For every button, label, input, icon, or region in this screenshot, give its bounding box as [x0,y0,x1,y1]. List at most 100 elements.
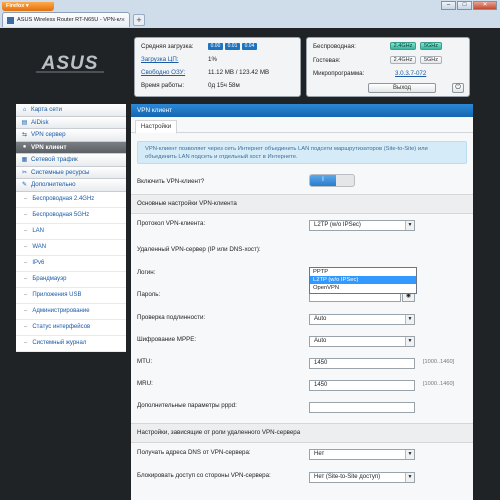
mtu-row: MTU: 1450 [1000..1460] [131,352,473,374]
sidebar-item-label: Карта сети [31,106,62,114]
load-5min: 0.01 [225,43,240,50]
system-status-panel: Средняя загрузка: 0.00 0.01 0.04 Загрузк… [134,37,301,97]
sidebar-subitem-system-log[interactable]: – Системный журнал [16,335,126,352]
enable-vpn-toggle[interactable]: I [309,174,355,187]
sidebar-item-label: VPN клиент [31,143,67,151]
pppd-row: Дополнительные параметры pppd: [131,396,473,420]
globe-icon: ● [22,144,27,151]
firmware-version-link[interactable]: 3.0.3.7-072 [395,70,426,77]
load-1min: 0.00 [208,43,223,50]
load-label: Средняя загрузка: [141,43,194,50]
traffic-icon: ▦ [21,157,28,164]
sidebar-subitem-ipv6[interactable]: – IPv6 [16,255,126,272]
mppe-row: Шифрование MPPE: Auto ▼ [131,330,473,352]
free-ram-value: 11.12 MB / 123.42 MB [208,69,270,76]
free-ram-link[interactable]: Свободно ОЗУ: [141,69,185,76]
sidebar-subitem-firewall[interactable]: – Брандмауэр [16,271,126,288]
wireless-status-panel: Беспроводная: 2.4GHz 5GHz Гостевая: 2.4G… [306,37,470,97]
browser-chrome: Firefox ▾ – □ ✕ ASUS Wireless Router RT-… [0,0,500,28]
mppe-select[interactable]: Auto ▼ [309,336,415,347]
tab-settings[interactable]: Настройки [135,120,177,134]
block-label: Блокировать доступ со стороны VPN-сервер… [137,472,271,479]
sidebar-item-advanced[interactable]: ✎ Дополнительно [16,179,126,192]
minimize-button[interactable]: – [441,1,456,10]
vpn-client-panel: VPN клиент Настройки VPN-клиент позволяе… [131,104,473,500]
asus-logo: ASUS [36,53,104,74]
sidebar-item-network-map[interactable]: ⌂ Карта сети [16,104,126,117]
window-controls: – □ ✕ [440,1,497,10]
wrench-icon: ✎ [21,182,28,189]
sidebar-item-label: AiDisk [31,118,49,126]
wireless-24ghz-button[interactable]: 2.4GHz [390,42,416,50]
protocol-select[interactable]: L2TP (w/o IPSec) ▼ [309,220,415,231]
dns-select[interactable]: Нет ▼ [309,449,415,460]
toggle-knob: I [310,175,336,186]
sidebar-item-vpn-client[interactable]: ● VPN клиент [16,141,126,154]
sidebar-subitem-wireless-24[interactable]: – Беспроводная 2.4GHz [16,191,126,208]
auth-label: Проверка подлинности: [137,314,206,321]
chevron-down-icon: ▼ [405,473,414,482]
cpu-load-link[interactable]: Загрузка ЦП: [141,56,179,63]
browser-tab[interactable]: ASUS Wireless Router RT-N65U - VPN-кл...… [2,12,130,27]
info-notice: VPN-клиент позволяет через сеть Интернет… [137,141,467,164]
guest-5ghz-button[interactable]: 5GHz [420,56,442,64]
enable-vpn-row: Включить VPN-клиент? I [131,170,473,194]
resources-icon: ✂ [21,169,28,176]
dns-label: Получать адреса DNS от VPN-сервера: [137,449,251,456]
pppd-field[interactable] [309,402,415,413]
sidebar-subitem-administration[interactable]: – Администрирование [16,303,126,320]
protocol-label: Протокол VPN-клиента: [137,220,206,227]
firefox-menu-button[interactable]: Firefox ▾ [2,2,54,11]
sidebar-item-aidisk[interactable]: ▤ AiDisk [16,116,126,129]
home-icon: ⌂ [22,106,27,113]
close-window-button[interactable]: ✕ [473,1,497,10]
favicon-icon [7,16,14,24]
sidebar-subitem-interface-status[interactable]: – Статус интерфейсов [16,319,126,336]
sidebar-item-label: Сетевой трафик [31,156,78,164]
password-row: Пароль: ◉ [131,285,473,308]
mtu-label: MTU: [137,358,153,365]
sidebar-subitem-lan[interactable]: – LAN [16,223,126,240]
sidebar-subitem-wireless-5[interactable]: – Беспроводная 5GHz [16,207,126,224]
login-row: Логин: [131,263,473,285]
panel-title: VPN клиент [131,104,473,117]
tab-close-icon[interactable]: × [121,17,125,24]
sidebar-item-label: Системные ресурсы [31,168,90,176]
chevron-down-icon: ▼ [405,337,414,346]
chevron-down-icon: ▼ [405,221,414,230]
protocol-row: Протокол VPN-клиента: L2TP (w/o IPSec) ▼ [131,214,473,237]
mppe-label: Шифрование MPPE: [137,336,197,343]
mru-row: MRU: 1450 [1000..1460] [131,374,473,396]
pppd-label: Дополнительные параметры pppd: [137,402,237,409]
sidebar-subitem-usb-apps[interactable]: – Приложения USB [16,287,126,304]
wireless-label: Беспроводная: [313,43,356,50]
wireless-5ghz-button[interactable]: 5GHz [420,42,442,50]
logout-button[interactable]: Выход [368,83,436,93]
sidebar-item-vpn-server[interactable]: ⇆ VPN сервер [16,129,126,142]
server-row: Удаленный VPN-сервер (IP или DNS-хост): [131,237,473,263]
guest-label: Гостевая: [313,57,341,64]
chevron-down-icon: ▼ [405,315,414,324]
sidebar-item-label: Дополнительно [31,181,76,189]
mru-range-hint: [1000..1460] [423,381,455,387]
guest-24ghz-button[interactable]: 2.4GHz [390,56,416,64]
protocol-option-pptp[interactable]: PPTP [310,268,416,276]
sidebar-item-resources[interactable]: ✂ Системные ресурсы [16,166,126,179]
mru-field[interactable]: 1450 [309,380,415,391]
power-icon[interactable]: ⏻ [452,83,464,93]
maximize-button[interactable]: □ [457,1,472,10]
sidebar-subitem-wan[interactable]: – WAN [16,239,126,256]
enable-vpn-label: Включить VPN-клиент? [137,178,205,185]
block-select[interactable]: Нет (Site-to-Site доступ) ▼ [309,472,415,483]
auth-select[interactable]: Auto ▼ [309,314,415,325]
load-15min: 0.04 [242,43,257,50]
dns-row: Получать адреса DNS от VPN-сервера: Нет … [131,443,473,466]
new-tab-button[interactable]: + [133,14,145,26]
protocol-option-openvpn[interactable]: OpenVPN [310,284,416,292]
mtu-field[interactable]: 1450 [309,358,415,369]
sidebar-item-label: VPN сервер [31,131,66,139]
protocol-option-l2tp[interactable]: L2TP (w/o IPSec) [310,276,416,284]
sidebar-item-traffic[interactable]: ▦ Сетевой трафик [16,154,126,167]
uptime-value: 0д 15ч 58м [208,82,240,89]
password-label: Пароль: [137,291,161,298]
